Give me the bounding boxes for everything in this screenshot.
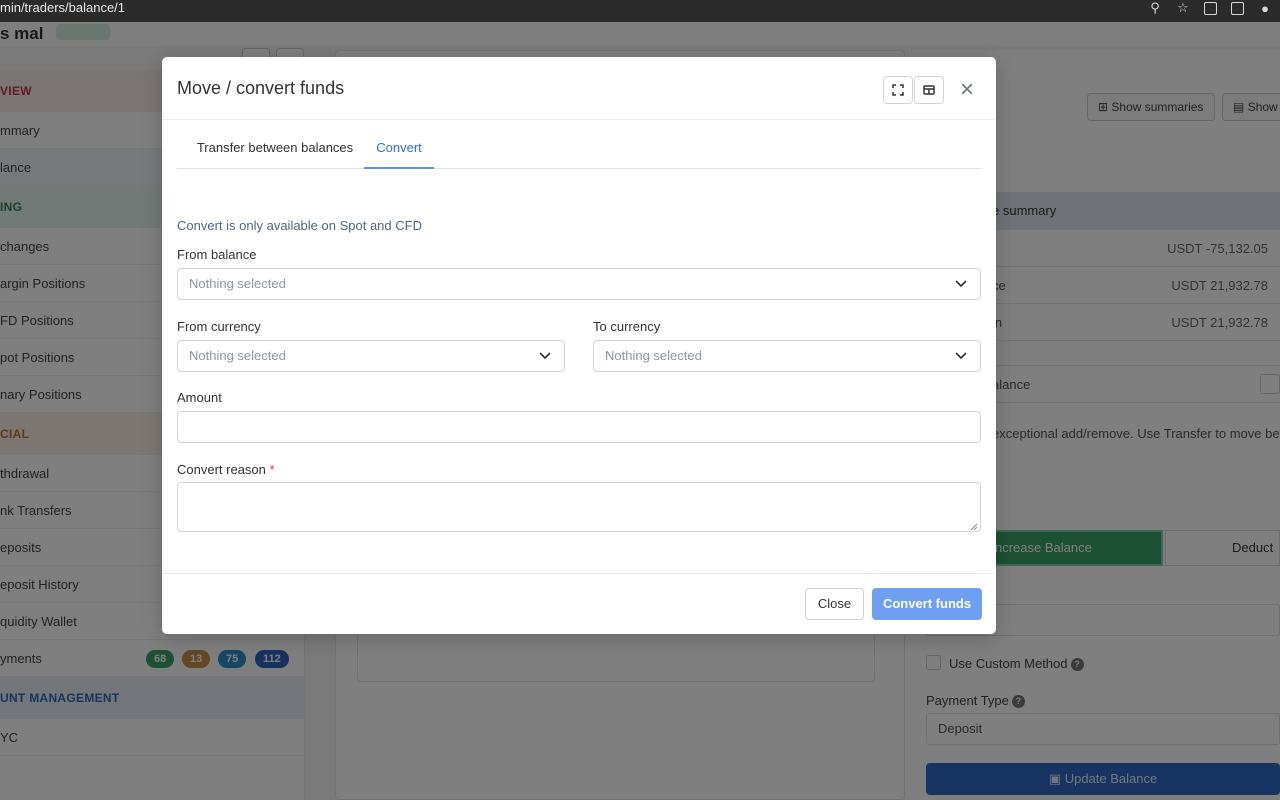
label-text: Convert reason [177, 462, 266, 477]
close-button[interactable]: Close [805, 588, 864, 620]
convert-reason-textarea[interactable] [177, 482, 981, 532]
convert-reason-label: Convert reason * [177, 462, 275, 477]
star-icon[interactable]: ☆ [1176, 0, 1190, 15]
modal-tabs: Transfer between balances Convert [177, 120, 981, 169]
chevron-down-icon [955, 352, 967, 360]
from-currency-select[interactable]: Nothing selected [177, 340, 565, 372]
required-mark: * [269, 462, 275, 477]
url-text[interactable]: min/traders/balance/1 [0, 0, 125, 16]
key-icon[interactable]: ⚲ [1148, 0, 1162, 15]
to-currency-select[interactable]: Nothing selected [593, 340, 981, 372]
select-placeholder: Nothing selected [605, 348, 702, 363]
move-convert-funds-modal: Move / convert funds × Transfer between … [162, 57, 996, 634]
amount-input[interactable] [177, 411, 981, 443]
fullscreen-button[interactable] [883, 76, 913, 104]
profile-icon[interactable]: ● [1258, 1, 1272, 16]
to-currency-label: To currency [593, 319, 661, 334]
modal-header: Move / convert funds × [162, 57, 996, 120]
select-placeholder: Nothing selected [189, 348, 286, 363]
modal-footer: Close Convert funds [162, 573, 996, 634]
split-view-button[interactable] [914, 76, 944, 104]
tab-transfer-between-balances[interactable]: Transfer between balances [188, 120, 362, 169]
amount-label: Amount [177, 390, 222, 405]
columns-icon [923, 85, 935, 95]
resize-handle-icon[interactable] [970, 523, 978, 531]
modal-title: Move / convert funds [177, 78, 345, 98]
from-balance-label: From balance [177, 247, 257, 262]
translate-icon[interactable] [1204, 1, 1217, 15]
chevron-down-icon [955, 280, 967, 288]
tab-convert[interactable]: Convert [364, 120, 434, 169]
extension-icon[interactable] [1231, 1, 1244, 15]
expand-icon [892, 84, 904, 96]
convert-availability-note: Convert is only available on Spot and CF… [177, 218, 422, 233]
from-balance-select[interactable]: Nothing selected [177, 268, 981, 300]
chevron-down-icon [539, 352, 551, 360]
close-icon[interactable]: × [957, 78, 977, 102]
from-currency-label: From currency [177, 319, 261, 334]
browser-address-bar: min/traders/balance/1 ⚲ ☆ ● [0, 0, 1280, 22]
convert-funds-button[interactable]: Convert funds [872, 588, 982, 620]
select-placeholder: Nothing selected [189, 276, 286, 291]
